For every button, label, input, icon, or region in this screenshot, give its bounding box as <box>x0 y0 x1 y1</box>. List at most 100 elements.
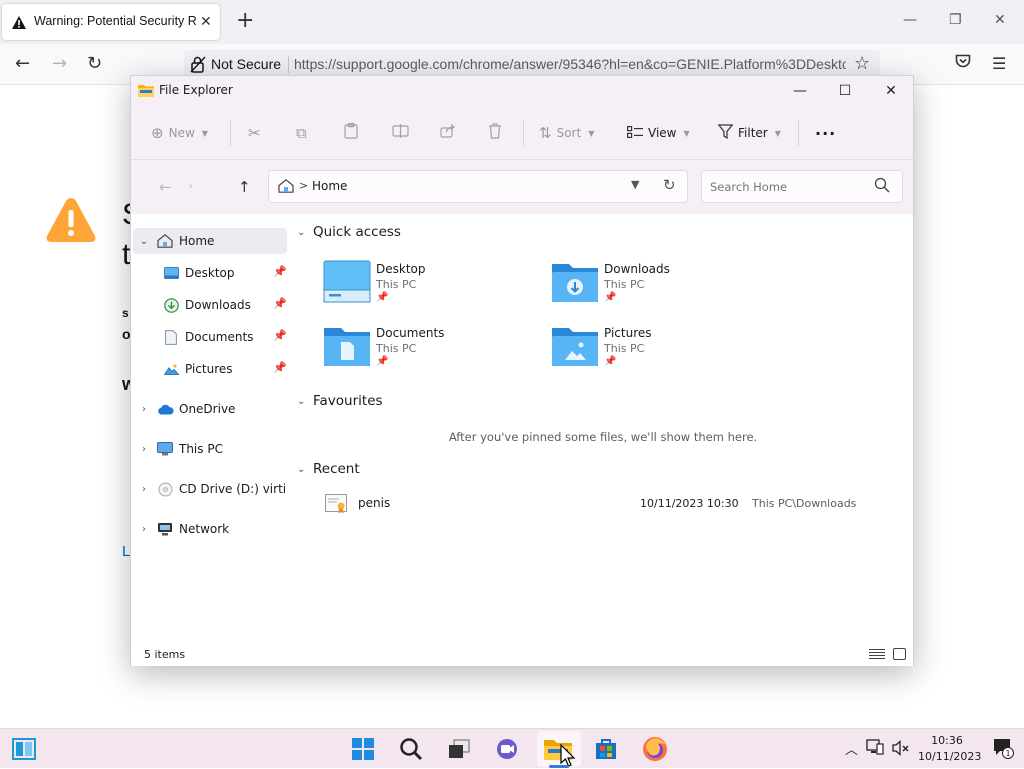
forward-button[interactable]: → <box>52 54 67 74</box>
quick-access-desktop[interactable]: Desktop This PC 📌 <box>323 260 523 312</box>
cmd-divider <box>230 120 231 146</box>
more-options-button[interactable]: ··· <box>815 120 836 146</box>
copy-button[interactable]: ⧉ <box>296 120 307 146</box>
home-icon <box>278 179 294 196</box>
address-bar[interactable]: > Home ▼ ↻ <box>268 170 688 203</box>
content-pane: ⌄ Quick access Desktop This PC 📌 Downloa… <box>293 214 913 644</box>
chevron-down-icon: ▼ <box>588 128 595 138</box>
nav-item-documents[interactable]: Documents 📌 <box>161 324 287 350</box>
quick-access-downloads[interactable]: Downloads This PC 📌 <box>551 260 751 312</box>
expand-chevron-icon[interactable]: › <box>133 444 155 455</box>
search-box[interactable] <box>701 170 903 203</box>
nav-label: Desktop <box>185 266 235 280</box>
explorer-minimize-button[interactable]: — <box>785 80 815 102</box>
task-view-widget-icon[interactable] <box>8 733 40 765</box>
back-arrow-icon[interactable]: ← <box>159 178 172 196</box>
nav-item-pictures[interactable]: Pictures 📌 <box>161 356 287 382</box>
download-icon <box>161 297 181 313</box>
browser-close-button[interactable]: ✕ <box>994 12 1006 28</box>
nav-item-cd-drive[interactable]: › CD Drive (D:) virtio-win <box>133 476 287 502</box>
new-button[interactable]: ⊕ New ▼ <box>151 120 208 146</box>
start-windows-icon[interactable] <box>347 733 379 765</box>
clock-date: 10/11/2023 <box>918 750 982 763</box>
collapse-chevron-icon: ⌄ <box>297 463 306 475</box>
bookmark-star-icon[interactable]: ☆ <box>854 53 870 74</box>
sort-button[interactable]: ⇅ Sort ▼ <box>539 120 594 146</box>
browser-tab-strip: Warning: Potential Security Risk ✕ + — ❐… <box>0 0 1024 44</box>
command-bar: ⊕ New ▼ ✂ ⧉ ⇅ Sort ▼ View ▼ Filter ▼ ··· <box>131 106 913 160</box>
refresh-icon[interactable]: ↻ <box>663 176 676 194</box>
expand-chevron-icon[interactable]: › <box>133 404 155 415</box>
favourites-header[interactable]: ⌄ Favourites <box>297 393 383 409</box>
up-arrow-icon[interactable]: ↑ <box>238 178 251 196</box>
view-button[interactable]: View ▼ <box>627 120 690 146</box>
teams-chat-icon[interactable] <box>491 733 523 765</box>
nav-item-downloads[interactable]: Downloads 📌 <box>161 292 287 318</box>
reload-button[interactable]: ↻ <box>87 54 102 74</box>
pin-icon: 📌 <box>604 292 617 303</box>
nav-item-network[interactable]: › Network <box>133 516 287 542</box>
scissors-icon: ✂ <box>248 124 261 142</box>
nav-item-desktop[interactable]: Desktop 📌 <box>161 260 287 286</box>
volume-muted-icon[interactable] <box>892 740 910 760</box>
forward-arrow-icon[interactable]: › <box>189 181 193 192</box>
new-tab-button[interactable]: + <box>236 8 254 34</box>
explorer-maximize-button[interactable]: ☐ <box>830 80 860 102</box>
clipboard-icon <box>344 123 358 143</box>
task-view-icon[interactable] <box>443 733 475 765</box>
address-dropdown-icon[interactable]: ▼ <box>631 178 639 191</box>
nav-label: Documents <box>185 330 254 344</box>
quick-access-pictures[interactable]: Pictures This PC 📌 <box>551 324 751 376</box>
expand-chevron-icon[interactable]: › <box>133 524 155 535</box>
favourites-empty-message: After you've pinned some files, we'll sh… <box>448 430 758 444</box>
tiles-view-icon[interactable] <box>893 648 906 663</box>
chevron-down-icon: ▼ <box>774 128 781 138</box>
expand-chevron-icon[interactable]: ⌄ <box>133 236 155 247</box>
explorer-title: File Explorer <box>159 83 233 97</box>
navigation-pane: ⌄ Home Desktop 📌 Downloads 📌 Documents 📌… <box>131 214 293 644</box>
nav-label: This PC <box>179 442 223 456</box>
quick-access-header[interactable]: ⌄ Quick access <box>297 224 401 240</box>
browser-tab[interactable]: Warning: Potential Security Risk ✕ <box>2 4 220 40</box>
delete-button[interactable] <box>488 120 502 146</box>
nav-item-home[interactable]: ⌄ Home <box>133 228 287 254</box>
expand-chevron-icon[interactable]: › <box>133 484 155 495</box>
back-button[interactable]: ← <box>15 54 30 74</box>
cut-button[interactable]: ✂ <box>248 120 261 146</box>
explorer-close-button[interactable]: ✕ <box>876 80 906 102</box>
network-tray-icon[interactable] <box>866 738 884 760</box>
warning-icon-large <box>45 196 97 247</box>
tray-overflow-chevron-icon[interactable]: ︿ <box>845 739 858 758</box>
pin-icon: 📌 <box>273 297 287 310</box>
quick-access-documents[interactable]: Documents This PC 📌 <box>323 324 523 376</box>
store-icon[interactable] <box>590 733 622 765</box>
recent-header[interactable]: ⌄ Recent <box>297 461 360 477</box>
nav-label: Pictures <box>185 362 233 376</box>
insecure-lock-icon[interactable] <box>190 56 206 76</box>
tab-close-icon[interactable]: ✕ <box>200 14 212 30</box>
notification-center-icon[interactable]: 1 <box>992 737 1014 763</box>
nav-item-this-pc[interactable]: › This PC <box>133 436 287 462</box>
search-icon[interactable] <box>395 733 427 765</box>
system-clock[interactable]: 10:36 10/11/2023 <box>918 733 982 765</box>
chevron-down-icon: ▼ <box>201 128 208 138</box>
browser-restore-button[interactable]: ❐ <box>949 12 962 28</box>
nav-item-onedrive[interactable]: › OneDrive <box>133 396 287 422</box>
breadcrumb-home[interactable]: Home <box>312 179 347 193</box>
browser-minimize-button[interactable]: — <box>903 12 917 28</box>
pocket-icon[interactable] <box>955 54 971 74</box>
details-view-icon[interactable] <box>869 648 885 663</box>
recent-file-row[interactable]: penis 10/11/2023 10:30 This PC\Downloads <box>323 492 893 518</box>
share-button[interactable] <box>440 120 456 146</box>
url-text[interactable]: https://support.google.com/chrome/answer… <box>294 56 846 72</box>
explorer-titlebar[interactable]: File Explorer — ☐ ✕ <box>131 76 913 106</box>
search-input[interactable] <box>708 177 868 197</box>
rename-button[interactable] <box>392 120 409 146</box>
search-icon[interactable] <box>874 177 890 196</box>
document-icon <box>161 329 181 345</box>
filter-button[interactable]: Filter ▼ <box>717 120 781 146</box>
downloads-folder-icon <box>551 260 599 307</box>
paste-button[interactable] <box>344 120 358 146</box>
app-menu-icon[interactable]: ☰ <box>992 54 1006 74</box>
firefox-icon[interactable] <box>639 733 671 765</box>
